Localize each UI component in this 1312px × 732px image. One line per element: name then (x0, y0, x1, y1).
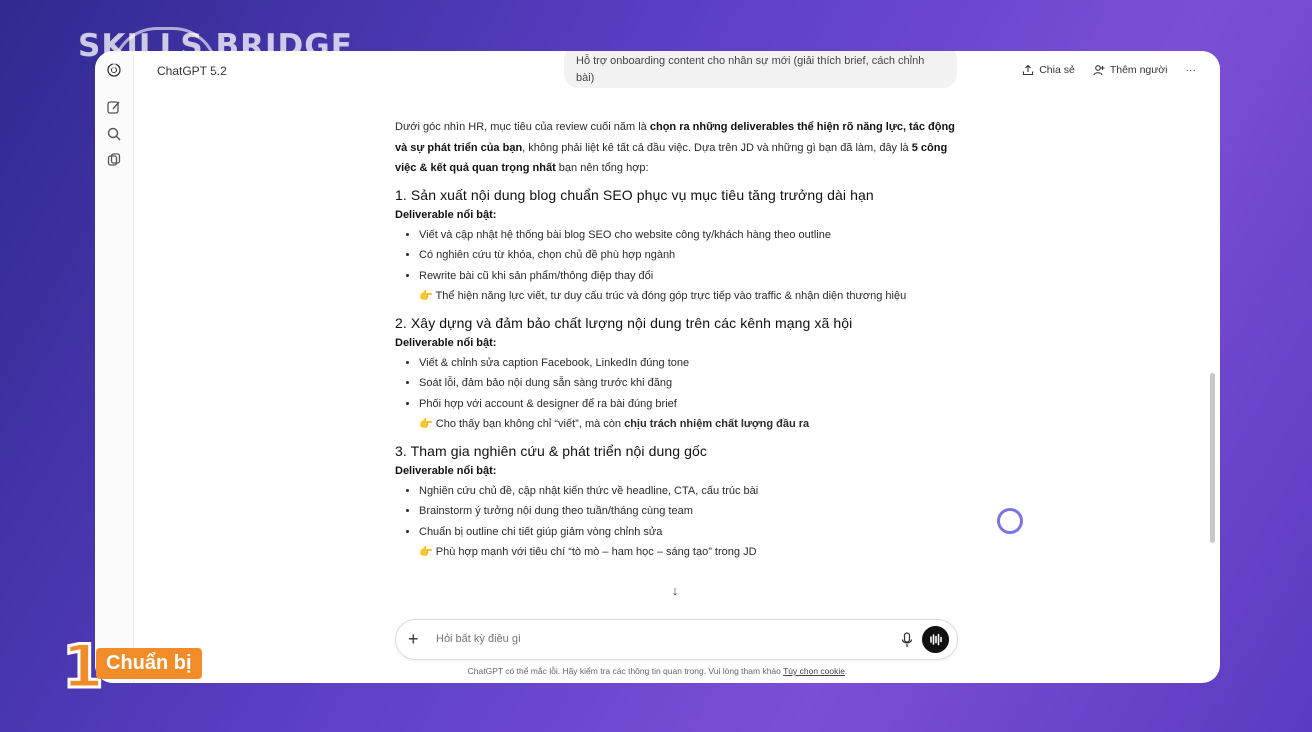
add-person-icon (1093, 65, 1105, 76)
list-item: Có nghiên cứu từ khóa, chọn chủ đề phù h… (419, 245, 955, 266)
add-people-label: Thêm người (1109, 64, 1168, 76)
deliverable-list: Nghiên cứu chủ đề, cập nhật kiến thức về… (395, 481, 955, 543)
list-item: Viết & chỉnh sửa caption Facebook, Linke… (419, 353, 955, 374)
disclaimer: ChatGPT có thể mắc lỗi. Hãy kiểm tra các… (95, 666, 1220, 676)
disclaimer-end: . (845, 666, 848, 676)
deliverable-label: Deliverable nổi bật: (395, 336, 497, 349)
response-intro: Dưới góc nhìn HR, mục tiêu của review cu… (395, 117, 955, 179)
microphone-icon[interactable] (900, 631, 914, 649)
section-note: 👉 Cho thấy bạn không chỉ “viết”, mà còn … (395, 414, 955, 435)
cookie-preferences-link[interactable]: Tùy chọn cookie (783, 666, 845, 676)
more-icon: ··· (1185, 64, 1197, 76)
note-text: 👉 Phù hợp mạnh với tiêu chí “tò mò – ham… (419, 546, 757, 558)
disclaimer-text: ChatGPT có thể mắc lỗi. Hãy kiểm tra các… (467, 666, 784, 676)
share-button[interactable]: Chia sẻ (1022, 64, 1075, 76)
list-item: Viết và cập nhật hệ thống bài blog SEO c… (419, 225, 955, 246)
intro-text-2: , không phải liệt kê tất cả đầu việc. Dự… (522, 141, 912, 154)
voice-mode-icon[interactable] (922, 626, 949, 653)
note-text: 👉 Cho thấy bạn không chỉ “viết”, mà còn (419, 418, 625, 430)
library-icon[interactable] (106, 152, 122, 168)
prompt-input[interactable] (434, 632, 858, 646)
deliverable-label: Deliverable nổi bật: (395, 208, 497, 221)
assistant-response: Dưới góc nhìn HR, mục tiêu của review cu… (395, 117, 955, 569)
search-icon[interactable] (106, 126, 122, 142)
sidebar-rail (95, 51, 134, 683)
section-note: 👉 Thể hiện năng lực viết, tư duy cấu trú… (395, 286, 955, 307)
composer: + (395, 619, 958, 660)
scrollbar-thumb[interactable] (1210, 373, 1215, 543)
note-text: 👉 Thể hiện năng lực viết, tư duy cấu trú… (419, 290, 907, 302)
new-chat-icon[interactable] (106, 99, 122, 115)
note-bold: chịu trách nhiệm chất lượng đầu ra (624, 418, 810, 430)
deliverable-list: Viết và cập nhật hệ thống bài blog SEO c… (395, 225, 955, 287)
list-item: Phối hợp với account & designer để ra bà… (419, 394, 955, 415)
list-item: Nghiên cứu chủ đề, cập nhật kiến thức về… (419, 481, 955, 502)
list-item: Rewrite bài cũ khi sản phẩm/thông điệp t… (419, 266, 955, 287)
section-note: 👉 Phù hợp mạnh với tiêu chí “tò mò – ham… (395, 542, 955, 563)
user-message-bubble: Hỗ trợ onboarding content cho nhân sự mớ… (564, 51, 957, 88)
plus-icon[interactable]: + (408, 629, 419, 649)
scroll-down-icon[interactable]: ↓ (664, 580, 686, 602)
section-heading: 2. Xây dựng và đảm bảo chất lượng nội du… (395, 314, 853, 331)
list-item: Chuẩn bị outline chi tiết giúp giảm vòng… (419, 522, 955, 543)
section-heading: 3. Tham gia nghiên cứu & phát triển nội … (395, 442, 708, 459)
top-actions: Chia sẻ Thêm người ··· (1022, 64, 1196, 76)
chat-window: ChatGPT 5.2 Hỗ trợ onboarding content ch… (95, 51, 1220, 683)
share-label: Chia sẻ (1039, 64, 1075, 76)
cursor-highlight (997, 508, 1023, 534)
list-item: Brainstorm ý tưởng nội dung theo tuần/th… (419, 501, 955, 522)
add-people-button[interactable]: Thêm người (1093, 64, 1168, 76)
deliverable-label: Deliverable nổi bật: (395, 464, 497, 477)
list-item: Soát lỗi, đảm bảo nội dung sẵn sàng trướ… (419, 373, 955, 394)
deliverable-list: Viết & chỉnh sửa caption Facebook, Linke… (395, 353, 955, 415)
step-label: Chuẩn bị (96, 648, 202, 679)
section-heading: 1. Sản xuất nội dung blog chuẩn SEO phục… (395, 186, 874, 203)
intro-text-3: bạn nên tổng hợp: (555, 162, 649, 174)
intro-text-1: Dưới góc nhìn HR, mục tiêu của review cu… (395, 121, 650, 133)
share-icon (1023, 64, 1034, 76)
more-options-button[interactable]: ··· (1186, 64, 1197, 76)
skills-bridge-logo: SKILLS BRIDGE (78, 28, 353, 64)
